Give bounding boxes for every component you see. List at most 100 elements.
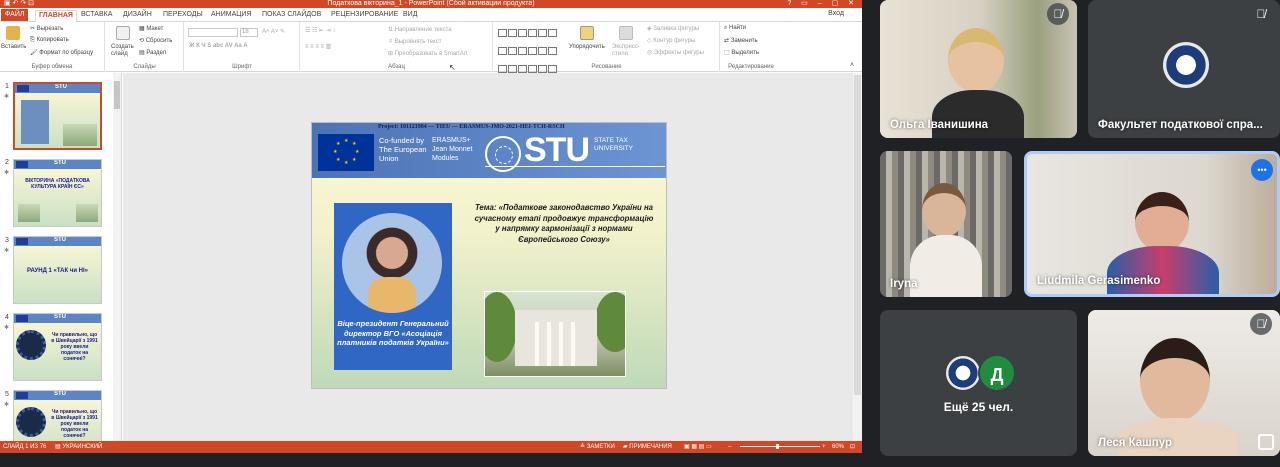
slide-thumbnails-pane[interactable]: 1 ✱ STU 2 ✱ STU ВІКТОРИНА «ПОДАТКОВА КУЛ… — [0, 73, 122, 441]
zoom-in-icon[interactable]: + — [822, 441, 826, 453]
list-buttons[interactable]: ☰ ☷ ⇤ ⇥ ↕ — [305, 27, 335, 34]
participant-tile[interactable]: 🎙̸ Ольга Іванишина — [880, 0, 1077, 138]
align-text-button[interactable]: ⇳ Выровнять текст — [388, 38, 441, 45]
slide-thumbnail[interactable]: STU Чи правильно, що в Швейцарії з 1991 … — [13, 313, 102, 381]
group-drawing: Упорядочить Экспресс-стили ◈ Заливка фиг… — [494, 22, 720, 73]
section-button[interactable]: ▤ Раздел — [139, 49, 166, 56]
zoom-knob[interactable] — [776, 444, 779, 449]
mic-off-icon: 🎙̸ — [1250, 3, 1272, 25]
thumb-number: 3 — [5, 237, 9, 244]
column-shape — [535, 322, 539, 366]
tab-transitions[interactable]: ПЕРЕХОДЫ — [163, 10, 203, 22]
section-label: Раздел — [146, 50, 167, 56]
zoom-level[interactable]: 60% — [832, 441, 844, 453]
quick-styles-button[interactable]: Экспресс-стили — [612, 44, 644, 58]
tab-slideshow[interactable]: ПОКАЗ СЛАЙДОВ — [262, 10, 321, 22]
others-tile[interactable]: Д Ещё 25 чел. — [880, 310, 1077, 456]
slide-editor[interactable]: Project: 101121984 — TIEU — ERASMUS-JMO-… — [123, 63, 862, 441]
clipboard-group-label: Буфер обмена — [31, 64, 73, 70]
participant-tile[interactable]: Iryna — [880, 151, 1012, 297]
language-indicator[interactable]: ▤ УКРАИНСКИЙ — [55, 441, 102, 453]
stu-fullname: STATE TAX UNIVERSITY — [594, 137, 634, 152]
tab-animation[interactable]: АНИМАЦИЯ — [211, 10, 252, 22]
fit-slide-icon[interactable]: ⊡ — [850, 441, 855, 453]
screen: ▣ ↶ ↷ ⊡ Податкова вікторина_1 - PowerPoi… — [0, 0, 1280, 467]
star-icon: ★ — [336, 141, 341, 147]
thumb-number: 4 — [5, 314, 9, 321]
tab-view[interactable]: ВИД — [403, 10, 417, 22]
new-slide-button[interactable]: Создать слайд — [111, 44, 136, 58]
comments-button[interactable]: ▰ ПРИМЕЧАНИЯ — [623, 441, 672, 453]
collapse-ribbon-icon[interactable]: ˄ — [850, 62, 854, 69]
replace-button[interactable]: ⇄ Заменить — [724, 37, 758, 44]
thumbnails-scrollbar[interactable] — [113, 73, 121, 441]
slide-thumbnail[interactable]: STU — [13, 82, 102, 150]
cut-button[interactable]: ✂ Вырезать — [30, 25, 63, 32]
tab-file[interactable]: ФАЙЛ — [1, 9, 29, 21]
select-button[interactable]: ⬚ Выделить — [724, 49, 759, 56]
building-facade — [515, 310, 597, 366]
scrollbar-thumb[interactable] — [114, 81, 120, 109]
zoom-out-icon[interactable]: – — [728, 441, 731, 453]
quick-styles-icon[interactable] — [619, 26, 633, 40]
sign-in-link[interactable]: Вход — [828, 10, 844, 17]
thumb-building — [18, 204, 40, 222]
expand-icon[interactable] — [1258, 434, 1274, 450]
text-direction-label: Направление текста — [394, 27, 452, 33]
text-direction-button[interactable]: ⇅ Направление текста — [388, 26, 452, 33]
font-size-select[interactable]: 18 — [240, 28, 258, 37]
arrange-icon[interactable] — [580, 26, 594, 40]
arrange-button[interactable]: Упорядочить — [569, 44, 605, 50]
layout-button[interactable]: ▦ Макет — [139, 25, 163, 32]
new-slide-icon[interactable] — [116, 26, 130, 40]
tab-design[interactable]: ДИЗАЙН — [123, 10, 152, 22]
zoom-slider[interactable] — [740, 444, 820, 449]
reset-button[interactable]: ⟲ Сбросить — [139, 37, 172, 44]
notes-button[interactable]: ≙ ЗАМЕТКИ — [580, 441, 615, 453]
window-controls[interactable]: ? ▭ – ▢ ✕ — [787, 0, 858, 8]
paste-icon[interactable] — [6, 26, 20, 40]
paste-button[interactable]: Вставить — [1, 44, 26, 50]
scrollbar-thumb[interactable] — [854, 75, 861, 395]
replace-label: Заменить — [730, 38, 758, 44]
shapes-gallery[interactable] — [498, 26, 562, 73]
copy-button[interactable]: ⎘ Копировать — [30, 37, 69, 44]
shape-fill-label: Заливка фигуры — [653, 26, 700, 32]
current-slide[interactable]: Project: 101121984 — TIEU — ERASMUS-JMO-… — [311, 122, 667, 389]
smartart-button[interactable]: ⊞ Преобразовать в SmartArt — [388, 50, 467, 57]
participant-tile[interactable]: 🎙̸ Леся Кашпур — [1088, 310, 1280, 456]
participant-tile[interactable]: 🎙̸ Факультет податкової спра... — [1088, 0, 1280, 138]
editor-scrollbar[interactable] — [853, 73, 862, 441]
thumb-photo — [21, 100, 49, 144]
smartart-label: Преобразовать в SmartArt — [394, 51, 468, 57]
slide-thumbnail[interactable]: STU РАУНД 1 «ТАК чи НІ» — [13, 236, 102, 304]
reset-label: Сбросить — [145, 38, 173, 44]
thumb-logo: STU — [54, 160, 66, 166]
format-painter-button[interactable]: 🖌 Формат по образцу — [30, 49, 93, 56]
font-size-buttons[interactable]: A˄ A˅ ✎ — [262, 28, 285, 35]
quick-access-toolbar[interactable]: ▣ ↶ ↷ ⊡ — [4, 0, 34, 8]
shape-fill-button[interactable]: ◈ Заливка фигуры — [647, 25, 699, 32]
slide-thumbnail[interactable]: STU Чи правильно, що в Швейцарії з 1991 … — [13, 390, 102, 441]
shape-effects-button[interactable]: ◎ Эффекты фигуры — [647, 49, 704, 56]
thumb-text: ВІКТОРИНА «ПОДАТКОВА КУЛЬТУРА КРАЇН ЄС» — [25, 178, 90, 190]
more-options-icon[interactable]: ••• — [1251, 159, 1273, 181]
align-buttons[interactable]: ≡ ≡ ≡ ≡ ▥ — [305, 43, 331, 50]
tab-home[interactable]: ГЛАВНАЯ — [35, 10, 77, 22]
participant-tile[interactable]: ••• Liudmila Gerasimenko — [1024, 151, 1280, 297]
group-paragraph: ☰ ☷ ⇤ ⇥ ↕ ≡ ≡ ≡ ≡ ▥ ⇅ Направление текста… — [301, 22, 493, 72]
font-family-select[interactable] — [188, 28, 238, 37]
status-bar: СЛАЙД 1 ИЗ 76 ▤ УКРАИНСКИЙ ≙ ЗАМЕТКИ ▰ П… — [0, 441, 862, 453]
shape-outline-button[interactable]: ◇ Контур фигуры — [647, 37, 695, 44]
slide-thumbnail[interactable]: STU ВІКТОРИНА «ПОДАТКОВА КУЛЬТУРА КРАЇН … — [13, 159, 102, 227]
find-button[interactable]: ⌕ Найти — [724, 25, 746, 32]
tab-insert[interactable]: ВСТАВКА — [81, 10, 112, 22]
group-clipboard: Вставить ✂ Вырезать ⎘ Копировать 🖌 Форма… — [0, 22, 105, 72]
view-buttons[interactable]: ▣ ▦ ▤ ▭ — [684, 441, 712, 453]
tab-review[interactable]: РЕЦЕНЗИРОВАНИЕ — [331, 10, 398, 22]
group-slides: Создать слайд ▦ Макет ⟲ Сбросить ▤ Разде… — [106, 22, 184, 72]
thumb-number: 2 — [5, 159, 9, 166]
mic-off-icon: 🎙̸ — [1047, 3, 1069, 25]
font-style-buttons[interactable]: Ж К Ч S abc AV Aa A — [189, 43, 248, 49]
eu-flag-icon — [16, 238, 28, 245]
